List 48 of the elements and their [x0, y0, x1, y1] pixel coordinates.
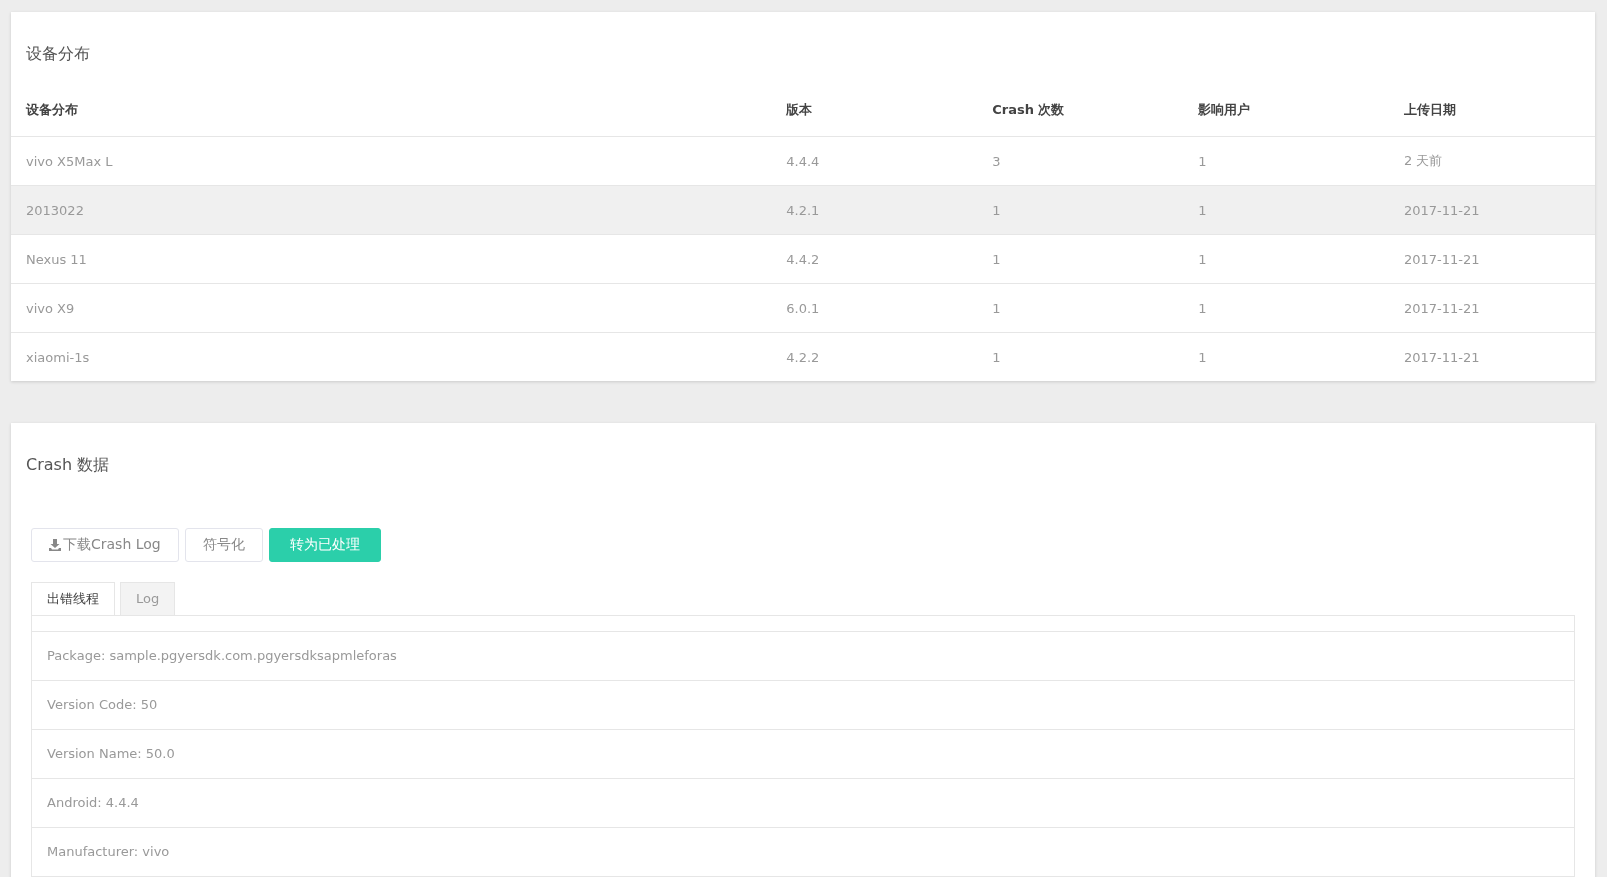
table-cell-text: 2017-11-21: [1403, 251, 1481, 267]
column-header: 影响用户: [1197, 101, 1252, 119]
table-cell-text: 1: [991, 349, 1002, 365]
table-cell-text: vivo X5Max L: [25, 153, 114, 169]
tab[interactable]: Log: [120, 582, 176, 615]
detail-row: Version Name: 50.0: [32, 730, 1574, 779]
detail-row: Version Code: 50: [32, 681, 1574, 730]
table-cell-text: 1: [1197, 300, 1208, 316]
table-cell-text: 1: [991, 300, 1002, 316]
column-header: 版本: [785, 101, 814, 119]
symbolicate-button[interactable]: 符号化: [184, 528, 263, 562]
table-cell-text: 4.2.2: [785, 349, 821, 365]
detail-row: Package: sample.pgyersdk.com.pgyersdksapmleforas: [32, 632, 1574, 681]
table-cell-text: 4.4.4: [785, 153, 821, 169]
column-header: 设备分布: [25, 101, 79, 119]
table-cell-text: 2 天前: [1403, 152, 1444, 170]
table-cell-text: 4.4.2: [785, 251, 821, 267]
download-button[interactable]: 下载Crash Log: [31, 528, 179, 562]
detail-row: Android: 4.4.4: [32, 779, 1574, 828]
table-cell-text: 1: [1197, 153, 1208, 169]
table-cell-text: vivo X9: [25, 300, 76, 316]
download-icon: [49, 539, 61, 551]
column-header: 上传日期: [1403, 101, 1458, 119]
table-cell-text: 1: [991, 202, 1002, 218]
table-row[interactable]: vivo X9 6.0.1 1 1 2017-11-21: [11, 284, 1595, 333]
panel-title: Crash 数据: [25, 454, 111, 476]
table-cell-text: 2017-11-21: [1403, 349, 1481, 365]
table-cell-text: 1: [1197, 251, 1208, 267]
table-cell-text: 4.2.1: [785, 202, 821, 218]
table-cell-text: 2017-11-21: [1403, 202, 1481, 218]
table-cell-text: 6.0.1: [785, 300, 821, 316]
column-header: Crash 次数: [991, 101, 1066, 119]
table-cell-text: 1: [991, 251, 1002, 267]
table-cell-text: 3: [991, 153, 1002, 169]
table-row[interactable]: Nexus 11 4.4.2 1 1 2017-11-21: [11, 235, 1595, 284]
tab[interactable]: 出错线程: [31, 582, 115, 615]
table-cell-text: 1: [1197, 349, 1208, 365]
detail-row: Manufacturer: vivo: [32, 828, 1574, 877]
panel-title: 设备分布: [25, 43, 91, 65]
table-cell-text: Nexus 11: [25, 251, 88, 267]
table-cell-text: 1: [1197, 202, 1208, 218]
table-row[interactable]: vivo X5Max L 4.4.4 3 1 2 天前: [11, 137, 1595, 186]
table-row[interactable]: xiaomi-1s 4.2.2 1 1 2017-11-21: [11, 333, 1595, 381]
table-cell-text: xiaomi-1s: [25, 349, 91, 365]
table-row[interactable]: 2013022 4.2.1 1 1 2017-11-21: [11, 186, 1595, 235]
table-cell-text: 2013022: [25, 202, 85, 218]
mark-handled-button[interactable]: 转为已处理: [268, 528, 381, 562]
table-cell-text: 2017-11-21: [1403, 300, 1481, 316]
